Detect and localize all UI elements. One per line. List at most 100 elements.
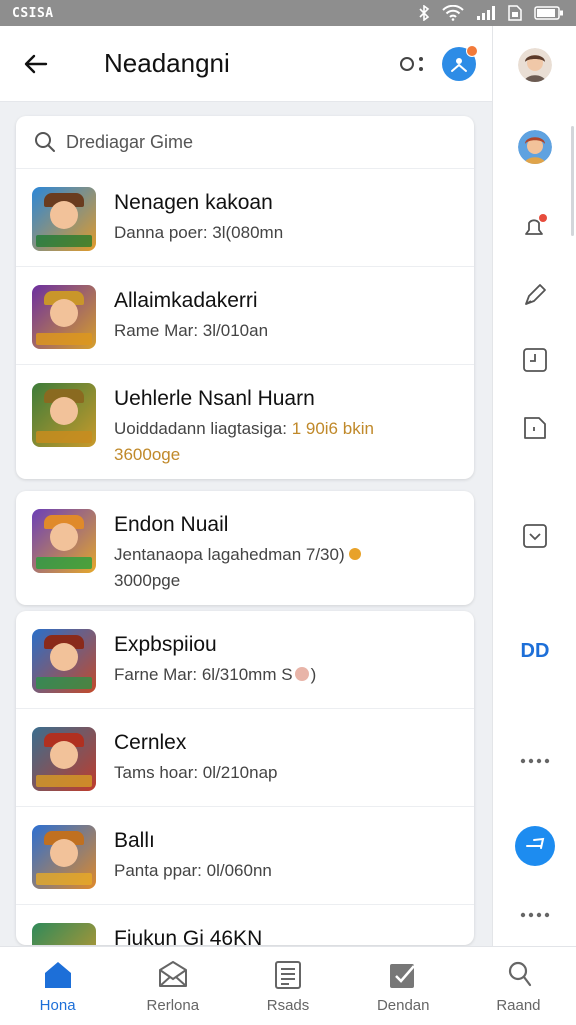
game-row[interactable]: Nenagen kakoan Danna poer: 3l(080mn	[16, 169, 474, 267]
profile-icon	[509, 961, 532, 986]
game-title: Ballı	[114, 829, 155, 852]
game-thumbnail	[32, 825, 96, 889]
rail-note[interactable]	[493, 414, 576, 442]
game-subtitle-accent: 1 90i6 bkin	[286, 419, 374, 438]
rail-text-item[interactable]: DD	[493, 640, 576, 663]
rail-crop[interactable]	[493, 522, 576, 550]
search-bar[interactable]: Drediagar Gime	[16, 116, 474, 169]
nav-label: Dendan	[376, 996, 430, 1014]
nav-label: Hona	[39, 996, 76, 1014]
game-text: Ballı Panta ppar: 0l/060nn	[114, 823, 272, 881]
game-thumbnail	[32, 727, 96, 791]
bell-icon	[525, 214, 547, 235]
back-button[interactable]	[14, 42, 58, 86]
game-title: Expbspiiou	[114, 633, 217, 656]
game-thumbnail	[32, 383, 96, 447]
signal-icon	[477, 6, 495, 20]
document-icon	[275, 960, 301, 989]
heart-icon	[294, 667, 309, 681]
game-card-3: Expbspiiou Farne Mar: 6l/310mm S) Cernle…	[16, 611, 474, 945]
game-subtitle-text: Jentanaopa lagahedman 7/30)	[114, 545, 345, 564]
game-thumbnail	[32, 509, 96, 573]
page-title: Neadangni	[104, 48, 230, 78]
nav-label: Rsads	[266, 996, 310, 1014]
game-row[interactable]: Expbspiiou Farne Mar: 6l/310mm S)	[16, 611, 474, 709]
game-thumbnail	[32, 187, 96, 251]
profile-button[interactable]	[442, 44, 478, 81]
game-subtitle: Danna poer: 3l(080mn	[114, 223, 284, 242]
wifi-icon	[442, 5, 464, 21]
game-text: Endon Nuail Jentanaopa lagahedman 7/30) …	[114, 507, 362, 591]
game-card-1: Drediagar Gime Nenagen kakoan Danna poer…	[16, 116, 474, 479]
rail-edit[interactable]	[493, 280, 576, 310]
rail-avatar-1[interactable]	[493, 48, 576, 82]
options-button[interactable]	[396, 48, 428, 80]
rail-more-1[interactable]	[493, 756, 576, 766]
avatar-icon	[518, 48, 552, 82]
search-icon	[35, 132, 55, 152]
notification-badge	[466, 44, 478, 57]
rail-clock[interactable]	[493, 346, 576, 374]
rail-notifications[interactable]	[493, 212, 576, 242]
nav-label: Raand	[496, 996, 541, 1014]
game-subtitle-text: Uoiddadann liagtasiga:	[114, 419, 287, 438]
game-subtitle: Panta ppar: 0l/060nn	[114, 861, 272, 880]
status-bar: CSISA	[0, 0, 576, 26]
send-icon	[515, 826, 555, 866]
game-subtitle: Rame Mar: 3l/010an	[114, 321, 269, 340]
game-subtitle: Farne Mar: 6l/310mm S)	[114, 665, 317, 684]
game-text: Uehlerle Nsanl Huarn Uoiddadann liagtasi…	[114, 381, 374, 465]
status-icons	[418, 5, 564, 21]
game-row[interactable]: Allaimkadakerri Rame Mar: 3l/010an	[16, 267, 474, 365]
battery-icon	[534, 6, 563, 20]
game-title: Fiukun Gi 46KN	[114, 927, 263, 945]
game-row[interactable]: Endon Nuail Jentanaopa lagahedman 7/30) …	[16, 491, 474, 605]
more-icon	[520, 912, 550, 918]
more-icon	[520, 758, 550, 764]
avatar-icon	[518, 130, 552, 164]
game-extra: 3600oge	[114, 445, 181, 464]
right-sidebar: DD	[492, 26, 576, 946]
game-card-2: Endon Nuail Jentanaopa lagahedman 7/30) …	[16, 491, 474, 605]
mail-icon	[158, 960, 187, 987]
game-title: Nenagen kakoan	[114, 191, 273, 214]
clock-icon	[523, 348, 547, 372]
game-row[interactable]: Ballı Panta ppar: 0l/060nn	[16, 807, 474, 905]
game-extra: 3000pge	[114, 571, 181, 590]
bottom-navigation: Hona Rerlona Rsads Dendan Raand	[0, 946, 576, 1025]
nav-reads[interactable]: Rsads	[230, 947, 345, 1025]
check-box-icon	[390, 963, 416, 988]
game-row[interactable]: Fiukun Gi 46KN	[16, 905, 474, 945]
rail-send-button[interactable]	[493, 826, 576, 866]
game-text: Nenagen kakoan Danna poer: 3l(080mn	[114, 185, 283, 243]
nav-mail[interactable]: Rerlona	[115, 947, 230, 1025]
game-thumbnail	[32, 285, 96, 349]
nav-dendan[interactable]: Dendan	[346, 947, 461, 1025]
game-subtitle: Tams hoar: 0l/210nap	[114, 763, 278, 782]
game-title: Uehlerle Nsanl Huarn	[114, 387, 315, 410]
game-row[interactable]: Cernlex Tams hoar: 0l/210nap	[16, 709, 474, 807]
game-text: Cernlex Tams hoar: 0l/210nap	[114, 725, 278, 783]
game-thumbnail	[32, 629, 96, 693]
game-title: Cernlex	[114, 731, 187, 754]
nav-home[interactable]: Hona	[0, 947, 115, 1025]
bluetooth-icon	[419, 5, 430, 21]
game-subtitle: Uoiddadann liagtasiga: 1 90i6 bkin	[114, 419, 374, 439]
note-icon	[524, 417, 546, 439]
pen-icon	[525, 284, 546, 305]
game-row[interactable]: Uehlerle Nsanl Huarn Uoiddadann liagtasi…	[16, 365, 474, 479]
game-subtitle-text: Farne Mar: 6l/310mm S	[114, 665, 293, 684]
status-carrier-text: CSISA	[12, 5, 54, 21]
person-icon	[451, 57, 467, 72]
rail-more-2[interactable]	[493, 910, 576, 920]
nav-profile[interactable]: Raand	[461, 947, 576, 1025]
back-arrow-icon	[24, 54, 48, 73]
game-thumbnail	[32, 923, 96, 945]
rail-avatar-2[interactable]	[493, 130, 576, 164]
search-input[interactable]: Drediagar Gime	[66, 132, 193, 153]
game-text: Fiukun Gi 46KN	[114, 921, 262, 945]
game-title: Allaimkadakerri	[114, 289, 258, 312]
game-text: Allaimkadakerri Rame Mar: 3l/010an	[114, 283, 268, 341]
header-actions	[396, 44, 478, 81]
crop-icon	[523, 524, 547, 548]
